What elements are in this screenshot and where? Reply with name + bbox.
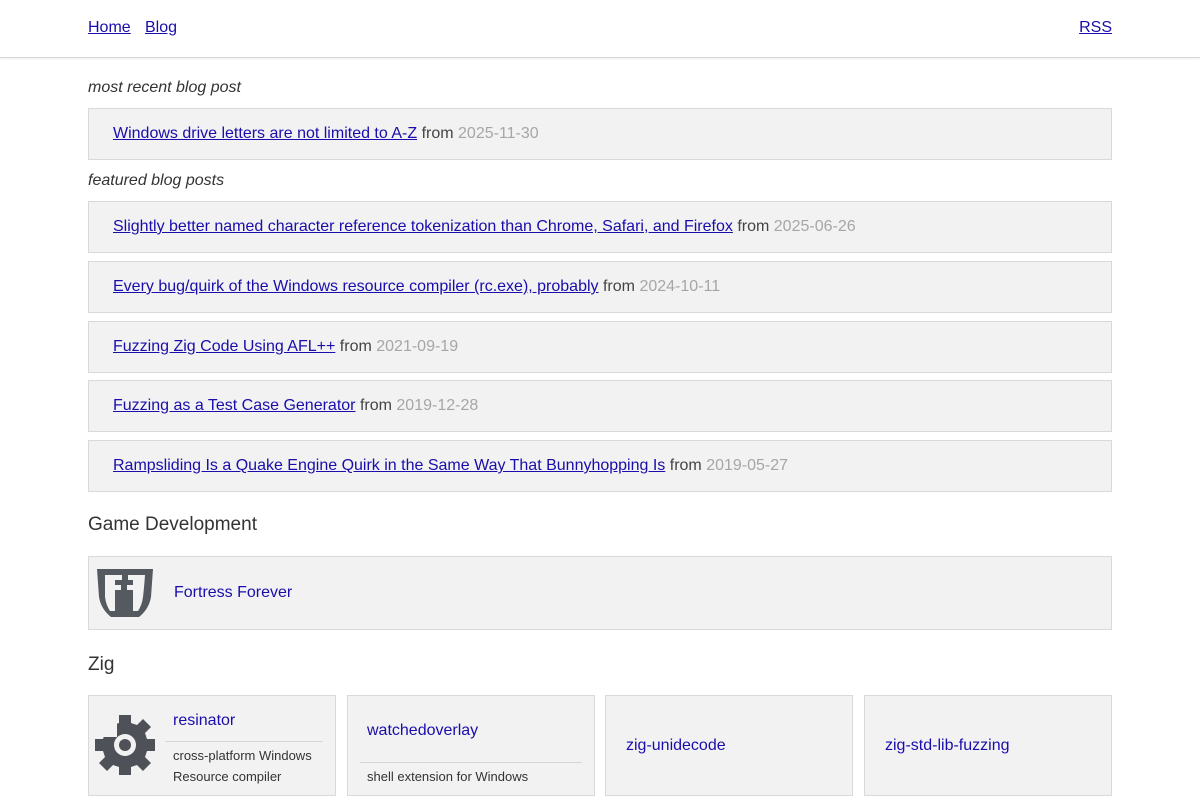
post-from-label: from	[737, 218, 770, 235]
featured-post: Rampsliding Is a Quake Engine Quirk in t…	[88, 440, 1112, 492]
nav-link-rss[interactable]: RSS	[1079, 19, 1112, 37]
project-card-zig-unidecode: zig-unidecode	[605, 695, 853, 796]
post-date: 2025-11-30	[458, 125, 539, 142]
project-card-resinator: resinator cross-platform Windows Resourc…	[88, 695, 336, 796]
project-link-watchedoverlay[interactable]: watchedoverlay	[367, 722, 478, 740]
post-from-label: from	[421, 125, 454, 142]
card-divider	[360, 762, 582, 763]
post-link[interactable]: Every bug/quirk of the Windows resource …	[113, 278, 599, 295]
post-link[interactable]: Slightly better named character referenc…	[113, 218, 733, 235]
project-card-fortress-forever: Fortress Forever	[88, 556, 1112, 630]
project-description-line: Resource compiler	[173, 769, 282, 784]
project-description-line: cross-platform Windows	[173, 748, 312, 763]
fortress-forever-logo-icon	[97, 569, 153, 617]
featured-post: Slightly better named character referenc…	[88, 201, 1112, 253]
post-link[interactable]: Fuzzing as a Test Case Generator	[113, 397, 356, 414]
project-link-zig-std-lib-fuzzing[interactable]: zig-std-lib-fuzzing	[885, 737, 1009, 755]
post-date: 2019-05-27	[706, 457, 789, 474]
post-from-label: from	[669, 457, 702, 474]
project-description: shell extension for Windows	[367, 769, 529, 784]
top-nav-bar: Home Blog RSS	[0, 0, 1200, 58]
post-link[interactable]: Fuzzing Zig Code Using AFL++	[113, 338, 335, 355]
most-recent-heading: most recent blog post	[88, 79, 241, 96]
project-link-zig-unidecode[interactable]: zig-unidecode	[626, 737, 726, 755]
post-date: 2024-10-11	[639, 278, 721, 295]
post-from-label: from	[602, 278, 635, 295]
post-date: 2021-09-19	[376, 338, 459, 355]
project-link-fortress-forever[interactable]: Fortress Forever	[174, 584, 292, 602]
most-recent-post: Windows drive letters are not limited to…	[88, 108, 1112, 160]
card-divider	[165, 741, 323, 742]
project-card-zig-std-lib-fuzzing: zig-std-lib-fuzzing	[864, 695, 1112, 796]
zig-heading: Zig	[88, 654, 115, 675]
project-description: cross-platform Windows Resource compiler	[173, 745, 312, 787]
nav-link-blog[interactable]: Blog	[145, 19, 177, 37]
post-link[interactable]: Rampsliding Is a Quake Engine Quirk in t…	[113, 457, 665, 474]
project-card-watchedoverlay: watchedoverlay shell extension for Windo…	[347, 695, 595, 796]
featured-post: Fuzzing as a Test Case Generator from 20…	[88, 380, 1112, 432]
nav-link-home[interactable]: Home	[88, 19, 131, 37]
post-from-label: from	[339, 338, 372, 355]
featured-post: Fuzzing Zig Code Using AFL++ from 2021-0…	[88, 321, 1112, 373]
featured-post: Every bug/quirk of the Windows resource …	[88, 261, 1112, 313]
post-date: 2019-12-28	[396, 397, 479, 414]
featured-heading: featured blog posts	[88, 172, 225, 189]
post-date: 2025-06-26	[773, 218, 856, 235]
post-from-label: from	[359, 397, 392, 414]
project-link-resinator[interactable]: resinator	[173, 712, 235, 730]
game-development-heading: Game Development	[88, 514, 257, 535]
post-link[interactable]: Windows drive letters are not limited to…	[113, 125, 417, 142]
gear-icon	[95, 715, 155, 775]
